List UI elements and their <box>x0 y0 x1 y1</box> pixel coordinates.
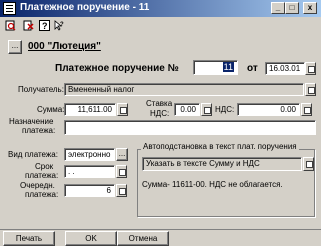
help-icon[interactable]: ? <box>39 20 50 31</box>
document-title: Платежное поручение № <box>55 63 179 74</box>
title-bar[interactable]: Платежное поручение - 11 _ □ x <box>0 0 321 17</box>
priority-field[interactable]: 6 <box>64 184 115 197</box>
auto-substitution-caption: Автоподстановка в текст плат. поручения <box>141 142 299 151</box>
date-from-label: от <box>247 63 258 74</box>
button-bar: Печать OK Отмена <box>0 229 321 246</box>
print-icon[interactable] <box>23 20 34 31</box>
priority-label-2: платежа: <box>25 190 59 199</box>
term-field[interactable]: . . <box>64 165 115 178</box>
organization-select-button[interactable]: ... <box>8 40 22 54</box>
vat-calculator-button[interactable] <box>301 103 312 116</box>
toolbar: ? ? <box>0 17 321 34</box>
cancel-button[interactable]: Отмена <box>117 231 169 246</box>
payment-type-label: Вид платежа: <box>8 150 58 159</box>
document-icon <box>3 2 16 15</box>
priority-label-1: Очередн. <box>20 181 55 190</box>
auto-substitution-select[interactable]: Указать в тексте Сумму и НДС <box>142 157 302 171</box>
minimize-button[interactable]: _ <box>271 2 285 14</box>
window-title: Платежное поручение - 11 <box>20 2 150 13</box>
payment-order-window: Платежное поручение - 11 _ □ x ? ? ... 0… <box>0 0 321 246</box>
vat-rate-field[interactable]: 0.00 <box>174 103 200 116</box>
ok-button[interactable]: OK <box>65 231 117 246</box>
sum-label: Сумма: <box>37 105 65 114</box>
calculator-button[interactable] <box>117 103 128 116</box>
print-button[interactable]: Печать <box>3 231 55 246</box>
purpose-field[interactable] <box>64 120 316 135</box>
term-label-1: Срок <box>35 162 54 171</box>
recipient-select-button[interactable] <box>305 83 316 96</box>
document-date-field[interactable]: 16.03.01 <box>265 62 305 75</box>
vat-rate-select-button[interactable] <box>201 103 212 116</box>
vat-label: НДС: <box>215 105 235 114</box>
organization-name: 000 "Лютеция" <box>28 41 101 52</box>
vat-rate-label-2: НДС: <box>150 109 170 118</box>
vat-rate-label: Ставка <box>146 99 172 108</box>
payment-type-select-button[interactable]: ... <box>116 148 128 161</box>
term-label-2: платежа: <box>25 171 59 180</box>
purpose-label-2: платежа: <box>22 126 56 135</box>
auto-substitution-result: Сумма- 11611-00. НДС не облагается. <box>142 180 283 189</box>
svg-text:?: ? <box>42 21 48 31</box>
document-number-field[interactable]: 11 <box>193 60 238 75</box>
priority-spin-button[interactable] <box>116 184 127 197</box>
purpose-label-1: Назначение <box>9 117 54 126</box>
close-button[interactable]: x <box>303 2 317 14</box>
document-number-value: 11 <box>222 62 234 72</box>
maximize-button[interactable]: □ <box>285 2 299 14</box>
term-date-picker-button[interactable] <box>116 165 127 178</box>
vat-field[interactable]: 0.00 <box>237 103 300 116</box>
payment-type-field[interactable]: электронно <box>64 148 115 161</box>
vat-rate-label-line1: Ставка <box>146 99 173 108</box>
recipient-field[interactable]: Вмененный налог <box>64 83 304 96</box>
auto-substitution-dropdown-button[interactable] <box>303 157 314 171</box>
recipient-label: Получатель: <box>18 85 64 94</box>
print-preview-icon[interactable] <box>5 20 16 31</box>
svg-text:?: ? <box>60 22 64 28</box>
date-picker-button[interactable] <box>305 62 316 75</box>
sum-field[interactable]: 11,611.00 <box>64 103 116 116</box>
pointer-help-icon[interactable]: ? <box>54 20 65 31</box>
